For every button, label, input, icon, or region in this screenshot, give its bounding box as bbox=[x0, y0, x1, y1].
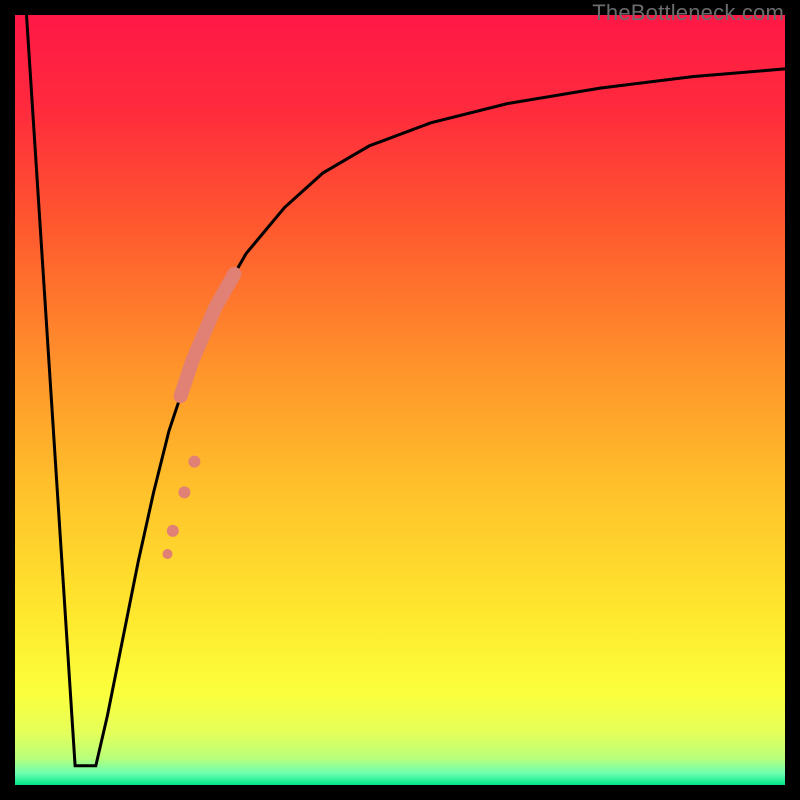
plot-area bbox=[15, 15, 785, 785]
highlighted-band bbox=[181, 274, 235, 396]
marker-dot bbox=[167, 525, 179, 537]
marker-dot bbox=[178, 486, 190, 498]
watermark-text: TheBottleneck.com bbox=[592, 0, 784, 26]
marker-dot bbox=[163, 549, 173, 559]
marker-dot bbox=[188, 456, 200, 468]
chart-frame: TheBottleneck.com bbox=[0, 0, 800, 800]
bottleneck-curve bbox=[27, 15, 786, 766]
marker-dots bbox=[163, 456, 201, 559]
curve-layer bbox=[15, 15, 785, 785]
